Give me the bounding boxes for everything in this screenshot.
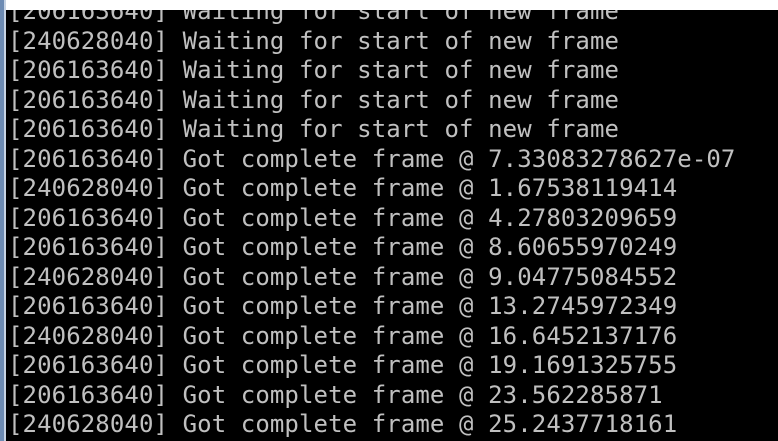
console-line: [206163640] Got complete frame @ 23.5622… bbox=[8, 380, 663, 409]
console-line: [206163640] Waiting for start of new fra… bbox=[8, 10, 620, 25]
console-line: [206163640] Waiting for start of new fra… bbox=[8, 85, 620, 114]
console-line: [240628040] Got complete frame @ 9.04775… bbox=[8, 262, 678, 291]
console-line: [240628040] Got complete frame @ 16.6452… bbox=[8, 321, 678, 350]
console-line: [206163640] Got complete frame @ 19.1691… bbox=[8, 351, 678, 379]
console-line: [206163640] Waiting for start of new fra… bbox=[8, 56, 620, 84]
console-log: [206163640] Waiting for start of new fra… bbox=[8, 10, 735, 440]
console-line: [206163640] Waiting for start of new fra… bbox=[8, 115, 620, 143]
console-output-area[interactable]: [206163640] Waiting for start of new fra… bbox=[6, 10, 778, 441]
console-line: [206163640] Got complete frame @ 8.60655… bbox=[8, 233, 678, 261]
console-line: [240628040] Got complete frame @ 25.2437… bbox=[8, 410, 678, 438]
console-line: [240628040] Waiting for start of new fra… bbox=[8, 26, 620, 55]
console-window: [206163640] Waiting for start of new fra… bbox=[0, 0, 778, 441]
console-line: [206163640] Got complete frame @ 4.27803… bbox=[8, 203, 678, 232]
console-line: [206163640] Got complete frame @ 13.2745… bbox=[8, 292, 678, 320]
console-line: [240628040] Got complete frame @ 1.67538… bbox=[8, 174, 678, 202]
console-line: [206163640] Got complete frame @ 7.33083… bbox=[8, 144, 736, 173]
